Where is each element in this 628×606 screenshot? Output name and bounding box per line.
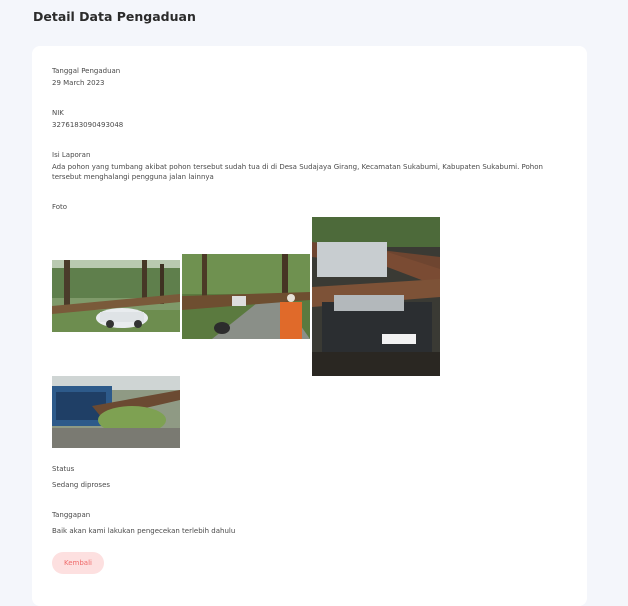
photo-field: Foto	[52, 202, 567, 212]
complaint-detail-card: Tanggal Pengaduan 29 March 2023 NIK 3276…	[32, 46, 587, 606]
status-value: Sedang diproses	[52, 481, 111, 489]
nik-label: NIK	[52, 109, 64, 117]
response-field: Tanggapan Baik akan kami lakukan pengece…	[52, 510, 567, 536]
nik-value: 3276183090493048	[52, 121, 124, 129]
status-label: Status	[52, 465, 75, 473]
status-field: Status Sedang diproses	[52, 464, 567, 490]
response-value: Baik akan kami lakukan pengecekan terleb…	[52, 527, 236, 535]
back-button[interactable]: Kembali	[52, 552, 104, 574]
photo-fallen-tree-on-white-car[interactable]	[52, 260, 180, 332]
report-value: Ada pohon yang tumbang akibat pohon ters…	[52, 163, 543, 181]
date-label: Tanggal Pengaduan	[52, 67, 121, 75]
photo-label: Foto	[52, 203, 68, 211]
date-value: 29 March 2023	[52, 79, 105, 87]
photo-fallen-tree-on-road[interactable]	[182, 254, 310, 339]
response-label: Tanggapan	[52, 511, 91, 519]
photo-crushed-car-closeup[interactable]	[312, 217, 440, 376]
report-label: Isi Laporan	[52, 151, 91, 159]
page-title: Detail Data Pengaduan	[33, 9, 196, 24]
report-field: Isi Laporan Ada pohon yang tumbang akiba…	[52, 150, 567, 182]
nik-field: NIK 3276183090493048	[52, 108, 567, 130]
photo-fallen-tree-on-stall[interactable]	[52, 376, 180, 448]
date-field: Tanggal Pengaduan 29 March 2023	[52, 66, 567, 88]
